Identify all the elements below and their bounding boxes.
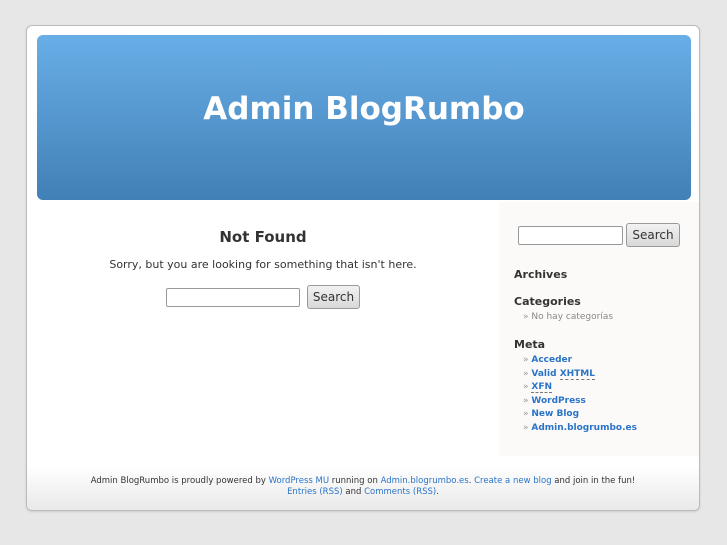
sidebar-search-form: Search [499,223,699,247]
sidebar: Search Archives Categories No hay catego… [499,202,699,456]
not-found-heading: Not Found [219,228,307,246]
list-item: Acceder [523,355,637,369]
xfn-link[interactable]: XFN [531,382,552,394]
footer-text: Admin BlogRumbo is proudly powered by [90,476,269,486]
sidebar-search-input[interactable] [518,225,624,245]
entries-rss-link[interactable]: Entries (RSS) [287,487,343,497]
footer-site-link[interactable]: Admin.blogrumbo.es [381,476,469,486]
create-blog-link[interactable]: Create a new blog [474,476,551,486]
search-form: Search [27,285,499,309]
valid-text: Valid [531,368,557,379]
site-link[interactable]: Admin.blogrumbo.es [531,423,637,433]
search-button[interactable]: Search [306,285,361,309]
header: Admin BlogRumbo [37,35,691,200]
not-found-message: Sorry, but you are looking for something… [109,258,417,271]
no-categories-text: No hay categorías [531,312,614,322]
list-item: New Blog [523,409,637,423]
blog-title[interactable]: Admin BlogRumbo [37,91,691,127]
footer-text: and join in the fun! [551,476,636,486]
search-input[interactable] [165,287,300,307]
xhtml-abbr: XHTML [559,368,595,380]
comments-rss-link[interactable]: Comments (RSS) [364,487,436,497]
meta-list: Acceder Valid XHTML XFN WordPress New Bl… [523,355,637,437]
list-item: Admin.blogrumbo.es [523,423,637,437]
wordpress-link[interactable]: WordPress [531,396,586,406]
archives-heading: Archives [514,268,568,281]
list-item: XFN [523,382,637,396]
list-item: Valid XHTML [523,368,637,383]
meta-heading: Meta [514,338,546,351]
main-content: Not Found Sorry, but you are looking for… [27,202,499,309]
footer-text: . [436,487,439,497]
valid-xhtml-link[interactable]: Valid XHTML [531,368,595,380]
footer-text: and [342,487,365,497]
categories-heading: Categories [514,295,581,308]
list-item: No hay categorías [523,312,613,326]
xfn-abbr: XFN [531,382,552,394]
footer-text: running on [329,476,381,486]
categories-list: No hay categorías [523,312,613,326]
wordpress-mu-link[interactable]: WordPress MU [269,476,329,486]
sidebar-search-button[interactable]: Search [626,223,680,247]
login-link[interactable]: Acceder [531,355,572,365]
new-blog-link[interactable]: New Blog [531,409,579,419]
list-item: WordPress [523,396,637,410]
footer: Admin BlogRumbo is proudly powered by Wo… [27,466,699,510]
page: Admin BlogRumbo Not Found Sorry, but you… [26,25,700,511]
